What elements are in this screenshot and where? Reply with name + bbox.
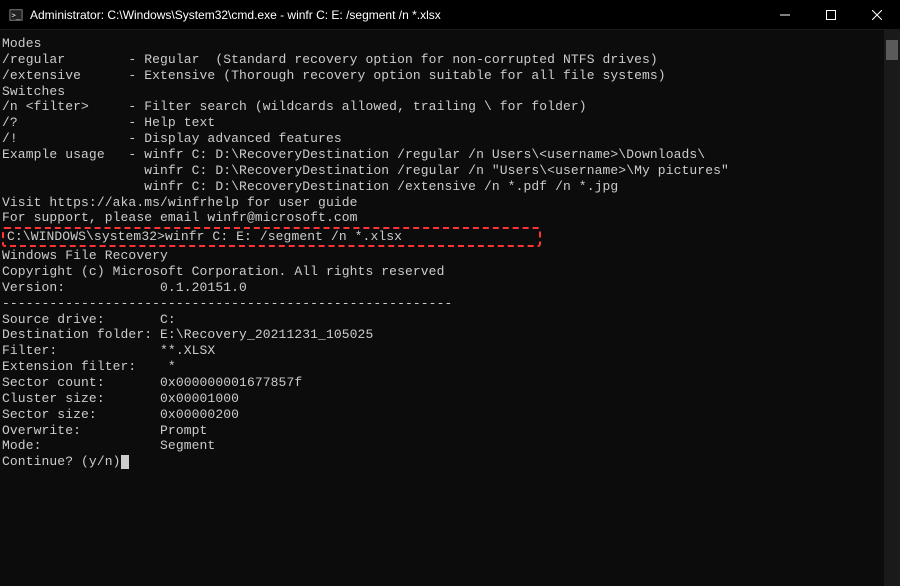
- terminal-line: ----------------------------------------…: [2, 296, 898, 312]
- terminal-line: Windows File Recovery: [2, 248, 898, 264]
- terminal-line: Example usage - winfr C: D:\RecoveryDest…: [2, 147, 898, 163]
- terminal-line: Sector size: 0x00000200: [2, 407, 898, 423]
- window-title: Administrator: C:\Windows\System32\cmd.e…: [30, 8, 441, 22]
- terminal-line: Modes: [2, 36, 898, 52]
- terminal-line: Visit https://aka.ms/winfrhelp for user …: [2, 195, 898, 211]
- terminal-line: Source drive: C:: [2, 312, 898, 328]
- titlebar-left: >_ Administrator: C:\Windows\System32\cm…: [8, 7, 441, 23]
- terminal-line: /n <filter> - Filter search (wildcards a…: [2, 99, 898, 115]
- terminal-line: /extensive - Extensive (Thorough recover…: [2, 68, 898, 84]
- svg-text:>_: >_: [12, 11, 21, 19]
- scrollbar-thumb[interactable]: [886, 40, 898, 60]
- terminal-line: /! - Display advanced features: [2, 131, 898, 147]
- continue-prompt: Continue? (y/n): [2, 454, 121, 469]
- terminal-line: Extension filter: *: [2, 359, 898, 375]
- cursor: [121, 455, 129, 469]
- terminal-line: Sector count: 0x000000001677857f: [2, 375, 898, 391]
- terminal-line: Version: 0.1.20151.0: [2, 280, 898, 296]
- terminal-line: /regular - Regular (Standard recovery op…: [2, 52, 898, 68]
- terminal-line: winfr C: D:\RecoveryDestination /extensi…: [2, 179, 898, 195]
- terminal-line: winfr C: D:\RecoveryDestination /regular…: [2, 163, 898, 179]
- maximize-button[interactable]: [808, 0, 854, 29]
- terminal-line: Mode: Segment: [2, 438, 898, 454]
- terminal-line: Cluster size: 0x00001000: [2, 391, 898, 407]
- terminal-line: Overwrite: Prompt: [2, 423, 898, 439]
- terminal-line: Filter: **.XLSX: [2, 343, 898, 359]
- close-button[interactable]: [854, 0, 900, 29]
- cmd-icon: >_: [8, 7, 24, 23]
- terminal-line: Copyright (c) Microsoft Corporation. All…: [2, 264, 898, 280]
- highlighted-command: C:\WINDOWS\system32>winfr C: E: /segment…: [2, 227, 541, 247]
- command-text: C:\WINDOWS\system32>winfr C: E: /segment…: [7, 229, 402, 244]
- terminal-output[interactable]: Modes/regular - Regular (Standard recove…: [0, 30, 900, 586]
- window-controls: [762, 0, 900, 29]
- vertical-scrollbar[interactable]: [884, 30, 900, 586]
- terminal-line: For support, please email winfr@microsof…: [2, 210, 898, 226]
- minimize-button[interactable]: [762, 0, 808, 29]
- terminal-line: Destination folder: E:\Recovery_20211231…: [2, 327, 898, 343]
- terminal-line: Switches: [2, 84, 898, 100]
- terminal-line: /? - Help text: [2, 115, 898, 131]
- window-titlebar: >_ Administrator: C:\Windows\System32\cm…: [0, 0, 900, 30]
